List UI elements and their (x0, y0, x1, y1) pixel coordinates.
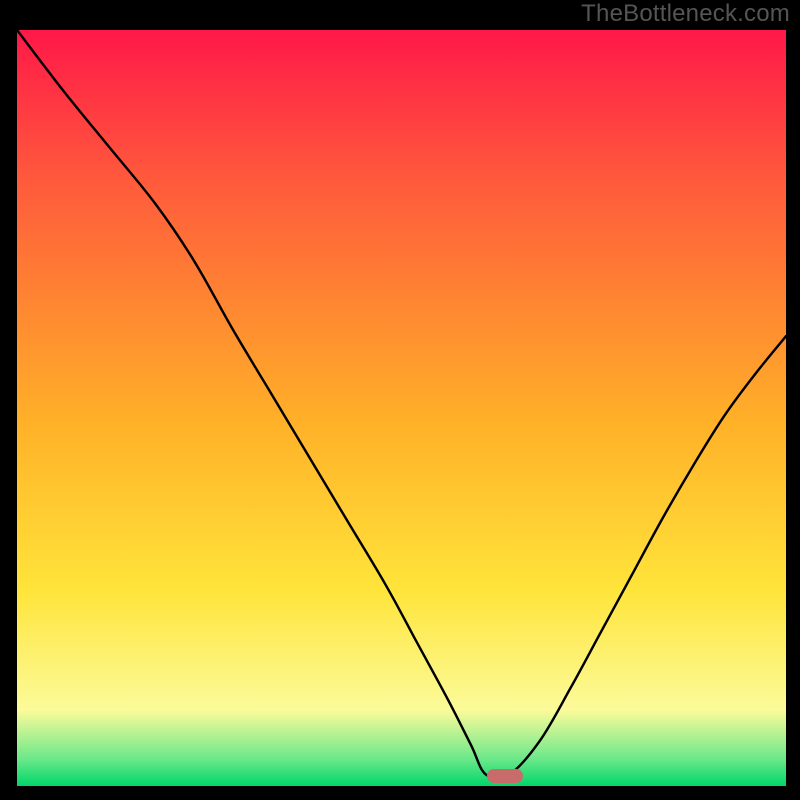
minimum-marker (487, 769, 523, 783)
plot-area (17, 30, 786, 786)
chart-frame: TheBottleneck.com (0, 0, 800, 800)
watermark-text: TheBottleneck.com (581, 0, 790, 28)
gradient-background (17, 30, 786, 786)
plot-svg (17, 30, 786, 786)
